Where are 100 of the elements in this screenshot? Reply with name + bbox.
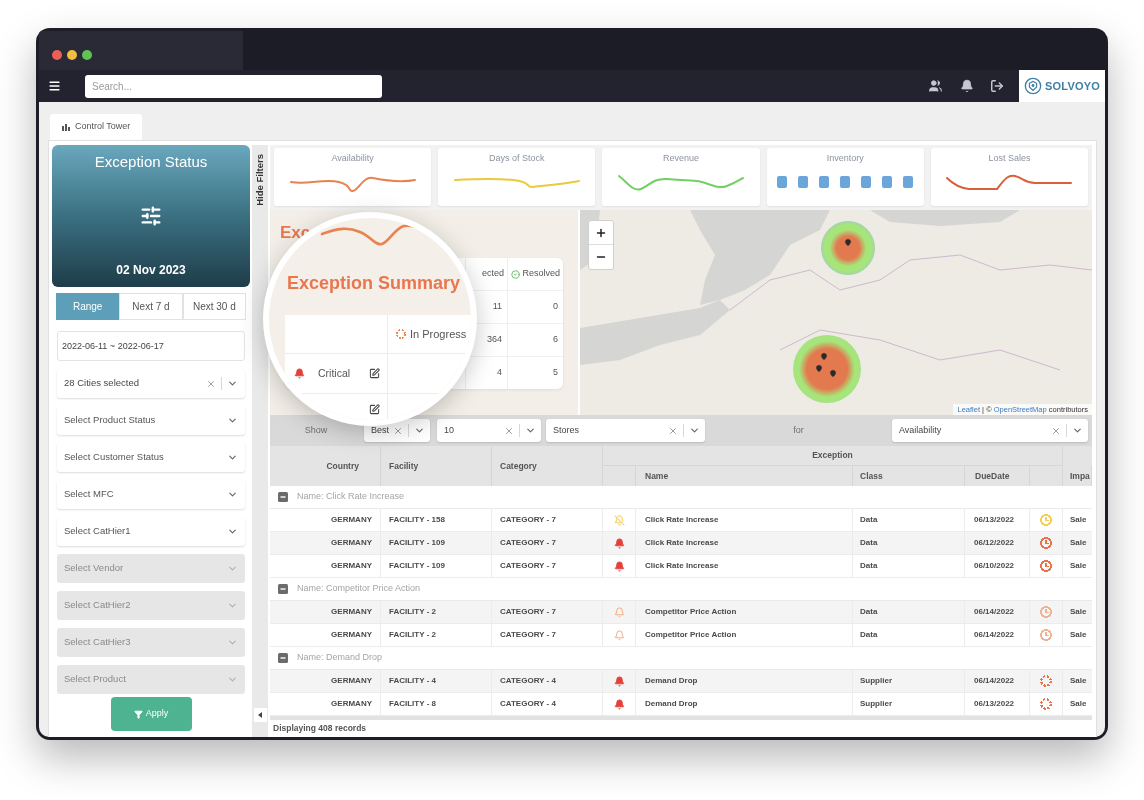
column-header[interactable]: DueDate xyxy=(975,469,1010,483)
chevron-down-icon[interactable] xyxy=(227,526,238,537)
range-button[interactable]: Next 7 d xyxy=(119,293,183,320)
table-row[interactable]: GERMANY FACILITY - 109 CATEGORY - 7 Click Rate Increase Data 06/10/2022 Sale xyxy=(270,555,1092,578)
map-pin-icon[interactable] xyxy=(820,352,828,361)
sliders-icon[interactable] xyxy=(140,205,162,227)
kpi-card[interactable]: Revenue xyxy=(602,148,760,206)
table-cell: 06/13/2022 xyxy=(974,514,1015,526)
plus-icon xyxy=(595,226,607,239)
kpi-card[interactable]: Lost Sales xyxy=(930,148,1088,206)
table-row[interactable]: GERMANY FACILITY - 109 CATEGORY - 7 Click Rate Increase Data 06/12/2022 Sale xyxy=(270,532,1092,555)
kpi-card[interactable]: Days of Stock xyxy=(438,148,596,206)
table-cell: GERMANY xyxy=(331,698,372,710)
record-count: Displaying 408 records xyxy=(273,722,367,735)
search-field[interactable]: Search... xyxy=(85,74,382,98)
kpi-title: Lost Sales xyxy=(988,152,1031,164)
collapse-icon[interactable] xyxy=(278,492,288,502)
table-cell: GERMANY xyxy=(331,675,372,687)
logout-icon[interactable] xyxy=(990,79,1004,93)
clear-icon[interactable] xyxy=(393,425,403,436)
bell-icon xyxy=(613,698,625,710)
table-row[interactable]: GERMANY FACILITY - 2 CATEGORY - 7 Competitor Price Action Data 06/14/2022 Sale xyxy=(270,624,1092,647)
table-cell: GERMANY xyxy=(331,560,372,572)
kpi-title: Inventory xyxy=(826,152,864,164)
dropdown[interactable]: Availability xyxy=(892,419,1088,442)
table-row[interactable]: GERMANY FACILITY - 2 CATEGORY - 7 Competitor Price Action Data 06/14/2022 Sale xyxy=(270,601,1092,624)
bell-icon xyxy=(613,560,625,572)
table-cell: FACILITY - 2 xyxy=(389,606,436,618)
table-cell: FACILITY - 8 xyxy=(389,698,436,710)
window-button-icon[interactable] xyxy=(82,50,92,60)
collapse-button[interactable] xyxy=(253,708,267,722)
kpi-card[interactable]: Availability xyxy=(274,148,432,206)
group-label: Name: Demand Drop xyxy=(297,651,383,665)
map-pin-icon[interactable] xyxy=(829,369,837,378)
column-header: ected xyxy=(481,267,504,281)
chevron-down-icon[interactable] xyxy=(227,452,238,463)
table-row[interactable]: GERMANY FACILITY - 158 CATEGORY - 7 Click Rate Increase Data 06/13/2022 Sale xyxy=(270,509,1092,532)
table-cell: 0 xyxy=(553,300,558,314)
table-cell: 5 xyxy=(553,366,558,380)
tab[interactable]: Control Tower xyxy=(50,114,142,140)
bell-icon xyxy=(294,368,305,379)
dropdown[interactable]: Stores xyxy=(546,419,705,442)
edit-icon[interactable] xyxy=(369,368,380,379)
column-header[interactable]: Class xyxy=(860,469,883,483)
table-cell: 4 xyxy=(497,366,502,380)
clear-icon[interactable] xyxy=(206,378,216,389)
menu-icon[interactable] xyxy=(48,79,61,93)
chevron-down-icon[interactable] xyxy=(227,489,238,500)
column-group-header: Exception xyxy=(812,449,853,462)
window-button-icon[interactable] xyxy=(52,50,62,60)
table-cell: Click Rate Increase xyxy=(645,514,719,526)
chevron-down-icon[interactable] xyxy=(689,425,700,436)
table-cell: Sale xyxy=(1070,629,1087,641)
kpi-card[interactable]: Inventory xyxy=(766,148,924,206)
date-range-field[interactable]: 2022-06-11 ~ 2022-06-17 xyxy=(57,331,245,361)
column-header[interactable]: Facility xyxy=(389,459,419,473)
table-cell: CATEGORY - 7 xyxy=(500,606,556,618)
window-button-icon[interactable] xyxy=(67,50,77,60)
table-cell: FACILITY - 2 xyxy=(389,629,436,641)
column-header: In Progress xyxy=(410,326,467,342)
bell-off-icon xyxy=(613,514,625,526)
chevron-down-icon[interactable] xyxy=(227,378,238,389)
column-header: Resolved xyxy=(522,267,560,281)
clear-icon[interactable] xyxy=(504,425,514,436)
kpi-title: Revenue xyxy=(663,152,699,164)
column-header[interactable]: Name xyxy=(645,469,669,483)
map-pin-icon[interactable] xyxy=(815,364,823,373)
column-header[interactable]: Country xyxy=(326,459,359,473)
dropdown[interactable]: Select Customer Status xyxy=(57,443,245,472)
column-header[interactable]: Category xyxy=(500,459,537,473)
collapse-icon[interactable] xyxy=(278,653,288,663)
table-cell: Demand Drop xyxy=(645,698,698,710)
table-cell: 11 xyxy=(492,300,502,314)
collapse-icon[interactable] xyxy=(278,584,288,594)
chevron-down-icon[interactable] xyxy=(525,425,536,436)
dropdown[interactable]: 10 xyxy=(437,419,541,442)
chevron-down-icon[interactable] xyxy=(227,415,238,426)
table-cell: GERMANY xyxy=(331,606,372,618)
dropdown[interactable]: Select MFC xyxy=(57,480,245,509)
dropdown[interactable]: Select CatHier1 xyxy=(57,517,245,546)
bell-icon[interactable] xyxy=(960,79,974,93)
map-pin-icon[interactable] xyxy=(844,238,852,247)
dropdown[interactable]: 28 Cities selected xyxy=(57,369,245,398)
table-cell: 06/14/2022 xyxy=(974,606,1015,618)
edit-icon[interactable] xyxy=(369,404,380,415)
clear-icon[interactable] xyxy=(1051,425,1061,436)
users-icon[interactable] xyxy=(927,79,944,93)
table-cell: Competitor Price Action xyxy=(645,606,737,618)
range-button[interactable]: Next 30 d xyxy=(182,293,246,320)
table-row[interactable]: GERMANY FACILITY - 8 CATEGORY - 4 Demand Drop Supplier 06/13/2022 Sale xyxy=(270,693,1092,716)
table-cell: 06/14/2022 xyxy=(974,675,1015,687)
chevron-down-icon[interactable] xyxy=(414,425,425,436)
column-header[interactable]: Impa xyxy=(1070,469,1090,483)
chevron-down-icon[interactable] xyxy=(1072,425,1083,436)
dropdown[interactable]: Select Product Status xyxy=(57,406,245,435)
table-cell: Click Rate Increase xyxy=(645,537,719,549)
hide-filters-button[interactable]: Hide Filters xyxy=(252,154,268,206)
table-row[interactable]: GERMANY FACILITY - 4 CATEGORY - 4 Demand Drop Supplier 06/14/2022 Sale xyxy=(270,670,1092,693)
table-cell: FACILITY - 4 xyxy=(389,675,436,687)
clear-icon[interactable] xyxy=(668,425,678,436)
